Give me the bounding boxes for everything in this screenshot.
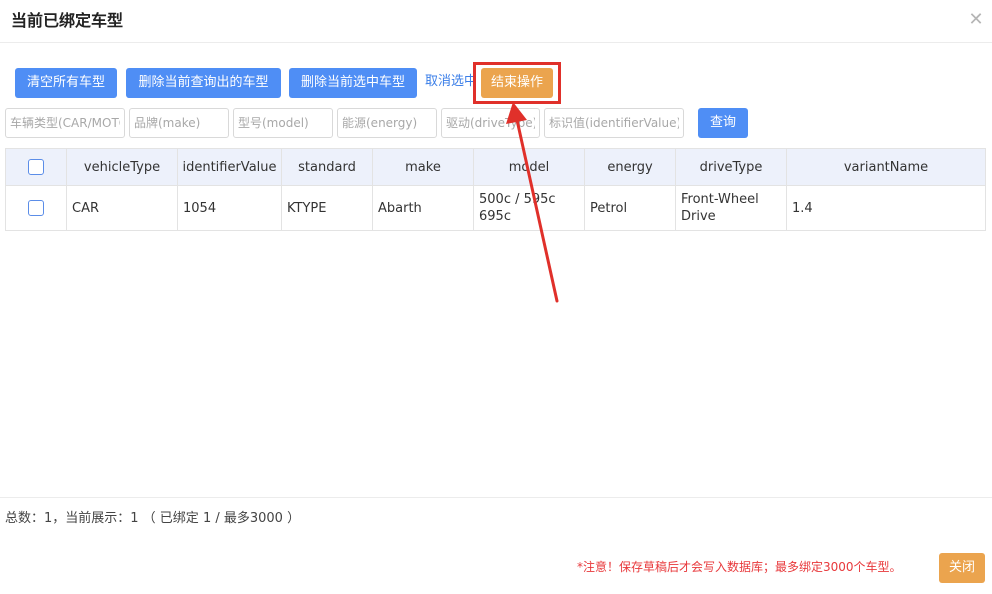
dialog-title: 当前已绑定车型: [11, 11, 124, 30]
cell-make: Abarth: [372, 185, 474, 231]
cell-identifier-value: 1054: [177, 185, 282, 231]
cell-drive-type: Front-Wheel Drive: [675, 185, 787, 231]
column-header-standard[interactable]: standard: [281, 148, 373, 186]
make-filter-input[interactable]: [129, 108, 229, 138]
table-row[interactable]: CAR 1054 KTYPE Abarth 500c / 595c 695c P…: [5, 185, 986, 231]
identifier-value-filter-input[interactable]: [544, 108, 684, 138]
vehicle-type-filter-input[interactable]: [5, 108, 125, 138]
title-divider: [0, 42, 992, 43]
delete-selected-vehicles-button[interactable]: 删除当前选中车型: [289, 68, 417, 98]
total-summary: 总数：1，当前展示：1 （ 已绑定 1 / 最多3000 ）: [5, 511, 301, 526]
column-header-identifier-value[interactable]: identifierValue: [177, 148, 282, 186]
deselect-link[interactable]: 取消选中: [425, 74, 477, 90]
column-header-vehicle-type[interactable]: vehicleType: [66, 148, 178, 186]
row-checkbox[interactable]: [28, 200, 44, 216]
cell-energy: Petrol: [584, 185, 676, 231]
column-header-model[interactable]: model: [473, 148, 585, 186]
drive-type-filter-input[interactable]: [441, 108, 540, 138]
query-button[interactable]: 查询: [698, 108, 748, 138]
footer-divider: [0, 497, 992, 498]
select-all-checkbox[interactable]: [28, 159, 44, 175]
cell-model: 500c / 595c 695c: [473, 185, 585, 231]
clear-all-vehicles-button[interactable]: 清空所有车型: [15, 68, 117, 98]
table-header-row: vehicleType identifierValue standard mak…: [5, 148, 986, 186]
close-icon[interactable]: ✕: [966, 10, 986, 30]
close-button[interactable]: 关闭: [939, 553, 985, 583]
energy-filter-input[interactable]: [337, 108, 437, 138]
column-header-energy[interactable]: energy: [584, 148, 676, 186]
end-operation-button[interactable]: 结束操作: [481, 68, 553, 98]
cell-variant-name: 1.4: [786, 185, 986, 231]
save-notice: *注意！保存草稿后才会写入数据库；最多绑定3000个车型。: [577, 560, 902, 574]
column-header-drive-type[interactable]: driveType: [675, 148, 787, 186]
column-header-make[interactable]: make: [372, 148, 474, 186]
cell-vehicle-type: CAR: [66, 185, 178, 231]
delete-queried-vehicles-button[interactable]: 删除当前查询出的车型: [126, 68, 281, 98]
row-select-cell: [5, 185, 67, 231]
column-header-variant-name[interactable]: variantName: [786, 148, 986, 186]
bound-vehicles-dialog: 当前已绑定车型 ✕ 清空所有车型 删除当前查询出的车型 删除当前选中车型 取消选…: [0, 0, 992, 594]
select-all-cell: [5, 148, 67, 186]
cell-standard: KTYPE: [281, 185, 373, 231]
vehicle-table: vehicleType identifierValue standard mak…: [5, 148, 986, 231]
model-filter-input[interactable]: [233, 108, 333, 138]
